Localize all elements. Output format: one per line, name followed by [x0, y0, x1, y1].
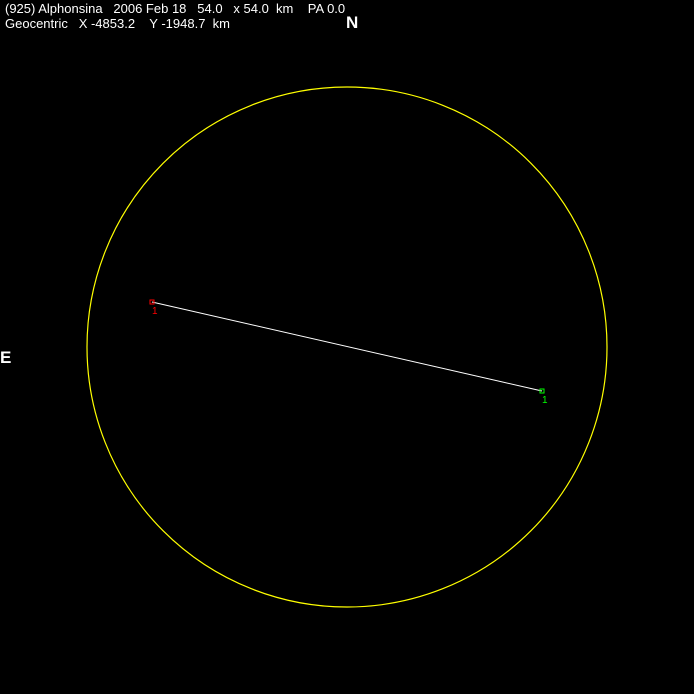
reappearance-chord-label: 1 — [542, 395, 548, 406]
occultation-plot: 1 1 — [86, 86, 608, 608]
chord-line — [151, 301, 543, 392]
disappearance-chord-label: 1 — [152, 306, 158, 317]
